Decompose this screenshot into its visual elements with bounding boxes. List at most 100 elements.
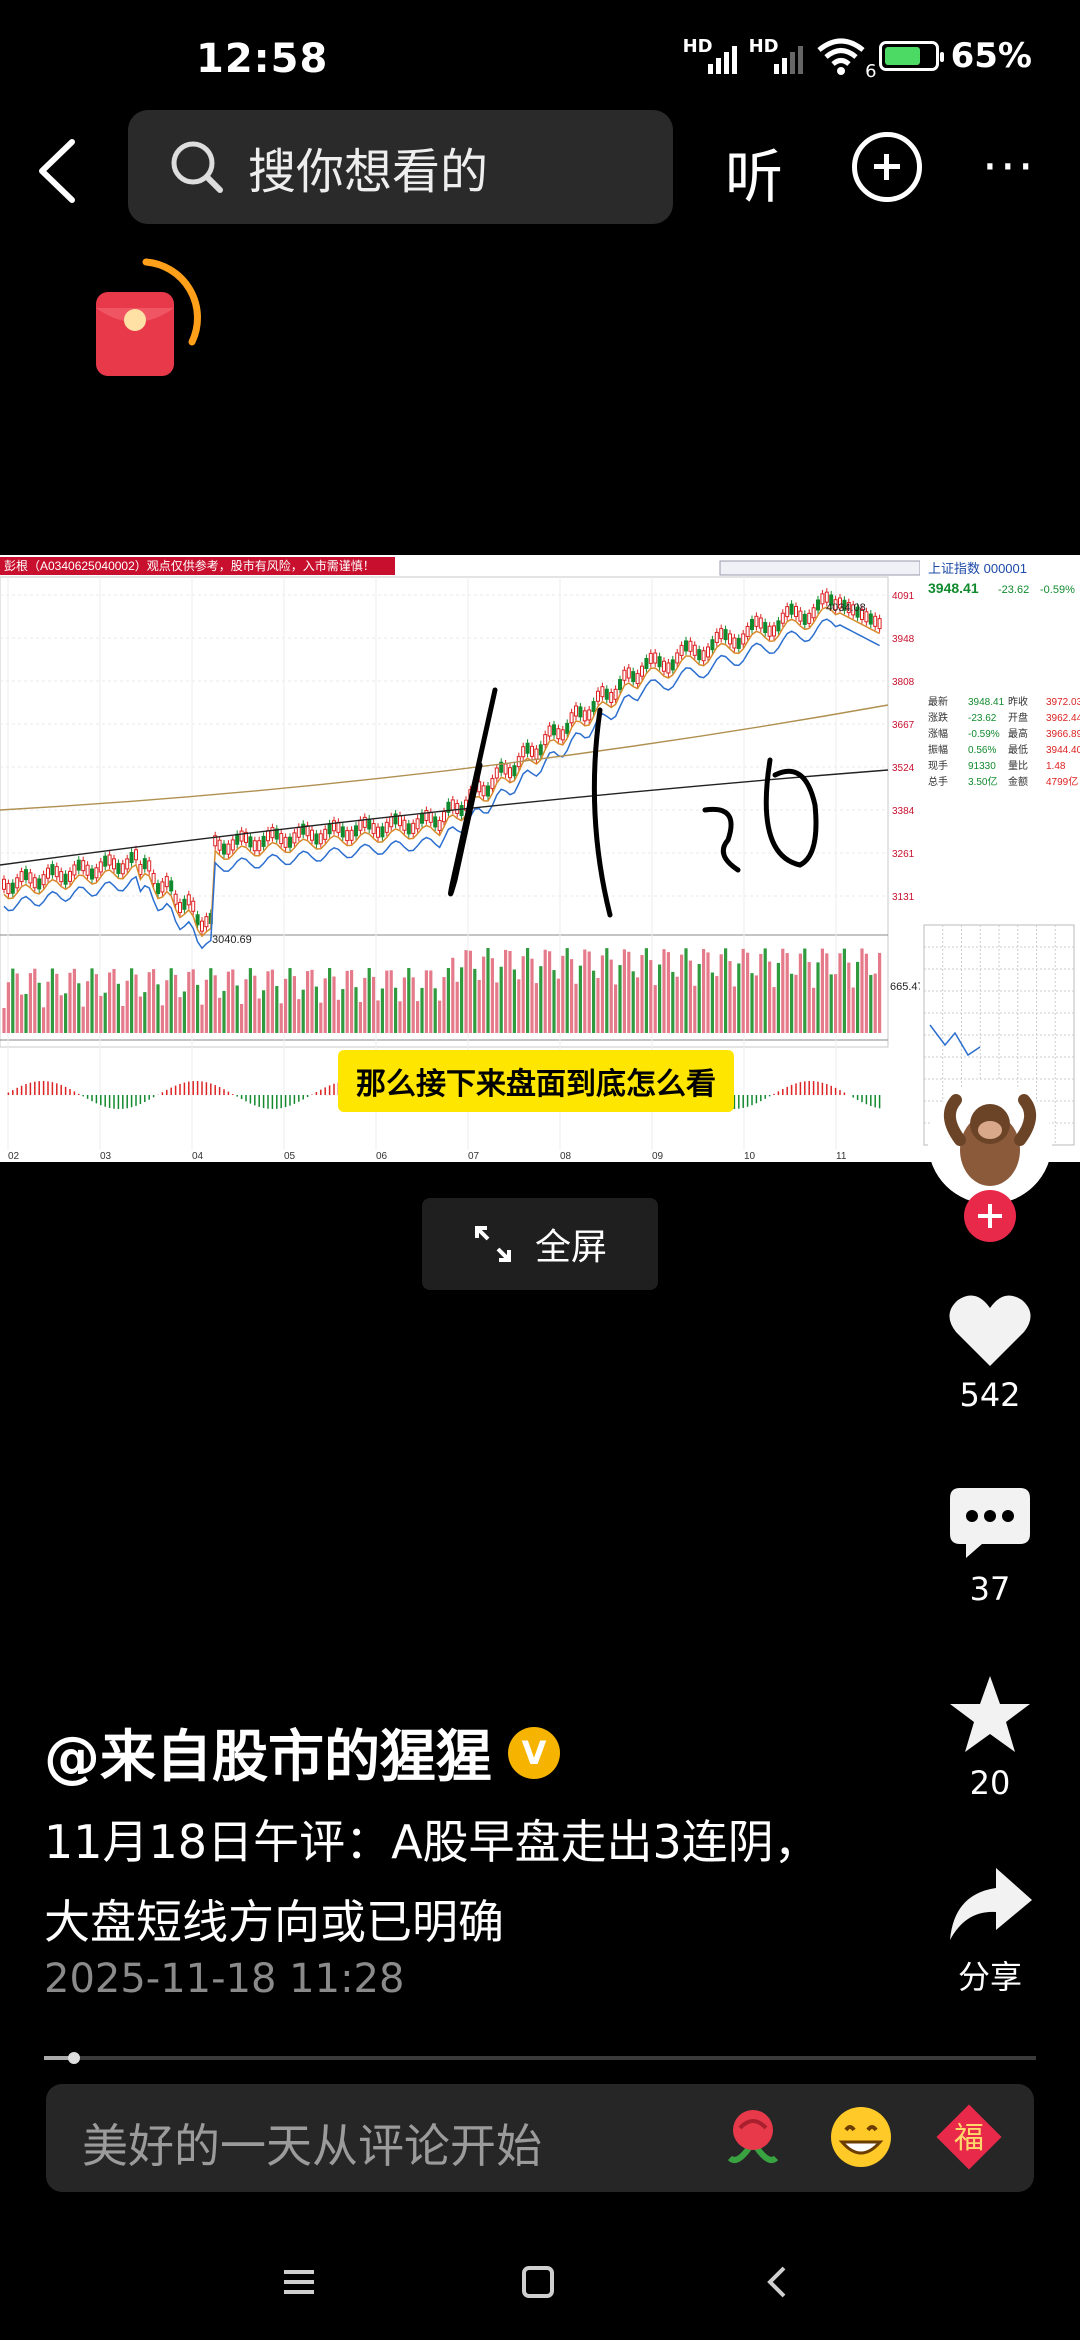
status-bar: 12:58 HD HD 6 65% bbox=[0, 0, 1080, 110]
progress-handle[interactable] bbox=[67, 2052, 80, 2064]
volume-bar bbox=[270, 969, 274, 1033]
month-tick-label: 06 bbox=[376, 1151, 388, 1162]
volume-bar bbox=[732, 986, 736, 1033]
candle-body bbox=[706, 646, 710, 658]
volume-bar bbox=[182, 991, 186, 1033]
post-title[interactable]: 11月18日午评：A股早盘走出3连阴，大盘短线方向或已明确 bbox=[44, 1802, 864, 1962]
volume-bar bbox=[684, 948, 688, 1033]
month-tick-label: 02 bbox=[8, 1151, 20, 1162]
wifi-icon: 6 bbox=[815, 36, 877, 82]
volume-bar bbox=[592, 970, 596, 1033]
candle-body bbox=[763, 622, 768, 634]
grin-emoji-icon[interactable] bbox=[826, 2102, 896, 2172]
volume-bar bbox=[433, 988, 437, 1033]
volume-bar bbox=[279, 1003, 283, 1033]
volume-bar bbox=[455, 981, 459, 1033]
comment-bar[interactable]: 美好的一天从评论开始 福 bbox=[46, 2084, 1034, 2192]
back-nav-icon bbox=[767, 2266, 786, 2298]
like-button[interactable]: 542 bbox=[930, 1292, 1050, 1414]
more-button[interactable]: ··· bbox=[982, 138, 1036, 196]
candle-body bbox=[582, 710, 587, 722]
volume-bar bbox=[372, 976, 376, 1033]
candle-body bbox=[129, 852, 134, 864]
volume-bar bbox=[658, 964, 662, 1033]
price-tick-label: 3667 bbox=[892, 720, 915, 731]
candle-body bbox=[125, 858, 130, 870]
index-change-pct: -0.59% bbox=[1040, 584, 1075, 596]
month-tick-label: 05 bbox=[284, 1151, 296, 1162]
share-button[interactable]: 分享 bbox=[930, 1864, 1050, 1998]
candle-body bbox=[41, 874, 46, 886]
candle-body bbox=[32, 877, 37, 889]
rose-emoji-icon[interactable] bbox=[718, 2102, 788, 2172]
volume-bar bbox=[583, 949, 587, 1033]
comment-input[interactable]: 美好的一天从评论开始 bbox=[82, 2110, 542, 2176]
volume-bar bbox=[235, 985, 239, 1033]
volume-bar bbox=[856, 961, 860, 1033]
candle-body bbox=[653, 652, 658, 664]
volume-bar bbox=[772, 987, 776, 1033]
candle-body bbox=[362, 816, 367, 828]
candle-body bbox=[68, 870, 72, 882]
candle-body bbox=[156, 883, 160, 895]
candle-body bbox=[384, 821, 389, 833]
candle-body bbox=[802, 613, 807, 625]
candle-body bbox=[604, 688, 609, 700]
favorite-button[interactable]: 20 bbox=[930, 1672, 1050, 1802]
author-handle: @来自股市的猩猩 bbox=[44, 1725, 492, 1790]
volume-bar bbox=[350, 970, 354, 1033]
volume-bar bbox=[306, 971, 310, 1033]
volume-bar bbox=[869, 975, 873, 1033]
candle-body bbox=[560, 729, 565, 741]
candle-body bbox=[28, 872, 33, 884]
listen-button[interactable]: 听 bbox=[725, 130, 783, 214]
price-tick-label: 3131 bbox=[892, 892, 915, 903]
volume-bar bbox=[314, 986, 318, 1033]
volume-bar bbox=[72, 968, 76, 1033]
volume-bar bbox=[605, 948, 609, 1033]
candle-body bbox=[257, 840, 262, 852]
volume-bar bbox=[614, 984, 618, 1033]
author-name[interactable]: @来自股市的猩猩 V bbox=[44, 1712, 560, 1793]
volume-bar bbox=[662, 949, 666, 1033]
candle-body bbox=[283, 836, 288, 848]
volume-bar bbox=[319, 1002, 323, 1033]
volume-bar bbox=[847, 962, 851, 1033]
volume-bar bbox=[169, 968, 173, 1033]
quote-cell: 涨跌 bbox=[928, 711, 948, 724]
candle-body bbox=[437, 819, 442, 831]
month-tick-label: 10 bbox=[744, 1151, 756, 1162]
quote-cell: 现手 bbox=[928, 759, 948, 772]
volume-bar bbox=[59, 995, 63, 1033]
search-input[interactable]: 搜你想看的 bbox=[128, 110, 673, 224]
candle-body bbox=[358, 819, 363, 831]
status-time: 12:58 bbox=[196, 36, 329, 82]
volume-bar bbox=[719, 954, 723, 1033]
volume-bar bbox=[851, 987, 855, 1033]
candle-body bbox=[820, 593, 825, 605]
volume-bar bbox=[697, 963, 701, 1033]
candle-body bbox=[534, 748, 539, 760]
candle-body bbox=[63, 873, 68, 885]
volume-bar bbox=[860, 948, 864, 1033]
candle-body bbox=[301, 823, 306, 835]
candle-body bbox=[675, 652, 680, 664]
volume-bar bbox=[138, 996, 142, 1033]
candle-body bbox=[354, 825, 358, 837]
candle-body bbox=[772, 625, 776, 637]
volume-bar bbox=[543, 949, 547, 1033]
red-packet-icon[interactable] bbox=[96, 258, 212, 382]
candle-body bbox=[442, 811, 446, 823]
fullscreen-button[interactable]: 全屏 bbox=[422, 1198, 658, 1290]
month-tick-label: 11 bbox=[836, 1151, 847, 1162]
back-button[interactable] bbox=[28, 136, 88, 206]
follow-button[interactable] bbox=[964, 1190, 1016, 1242]
comment-button[interactable]: 37 bbox=[930, 1486, 1050, 1608]
plus-circle-icon[interactable] bbox=[852, 132, 922, 202]
volume-bar bbox=[803, 948, 807, 1033]
volume-bar bbox=[464, 950, 468, 1033]
candle-body bbox=[420, 812, 424, 824]
fortune-emoji-icon[interactable]: 福 bbox=[934, 2102, 1004, 2172]
video-progress-bar[interactable] bbox=[44, 2052, 1036, 2064]
avatar[interactable] bbox=[928, 1080, 1052, 1204]
